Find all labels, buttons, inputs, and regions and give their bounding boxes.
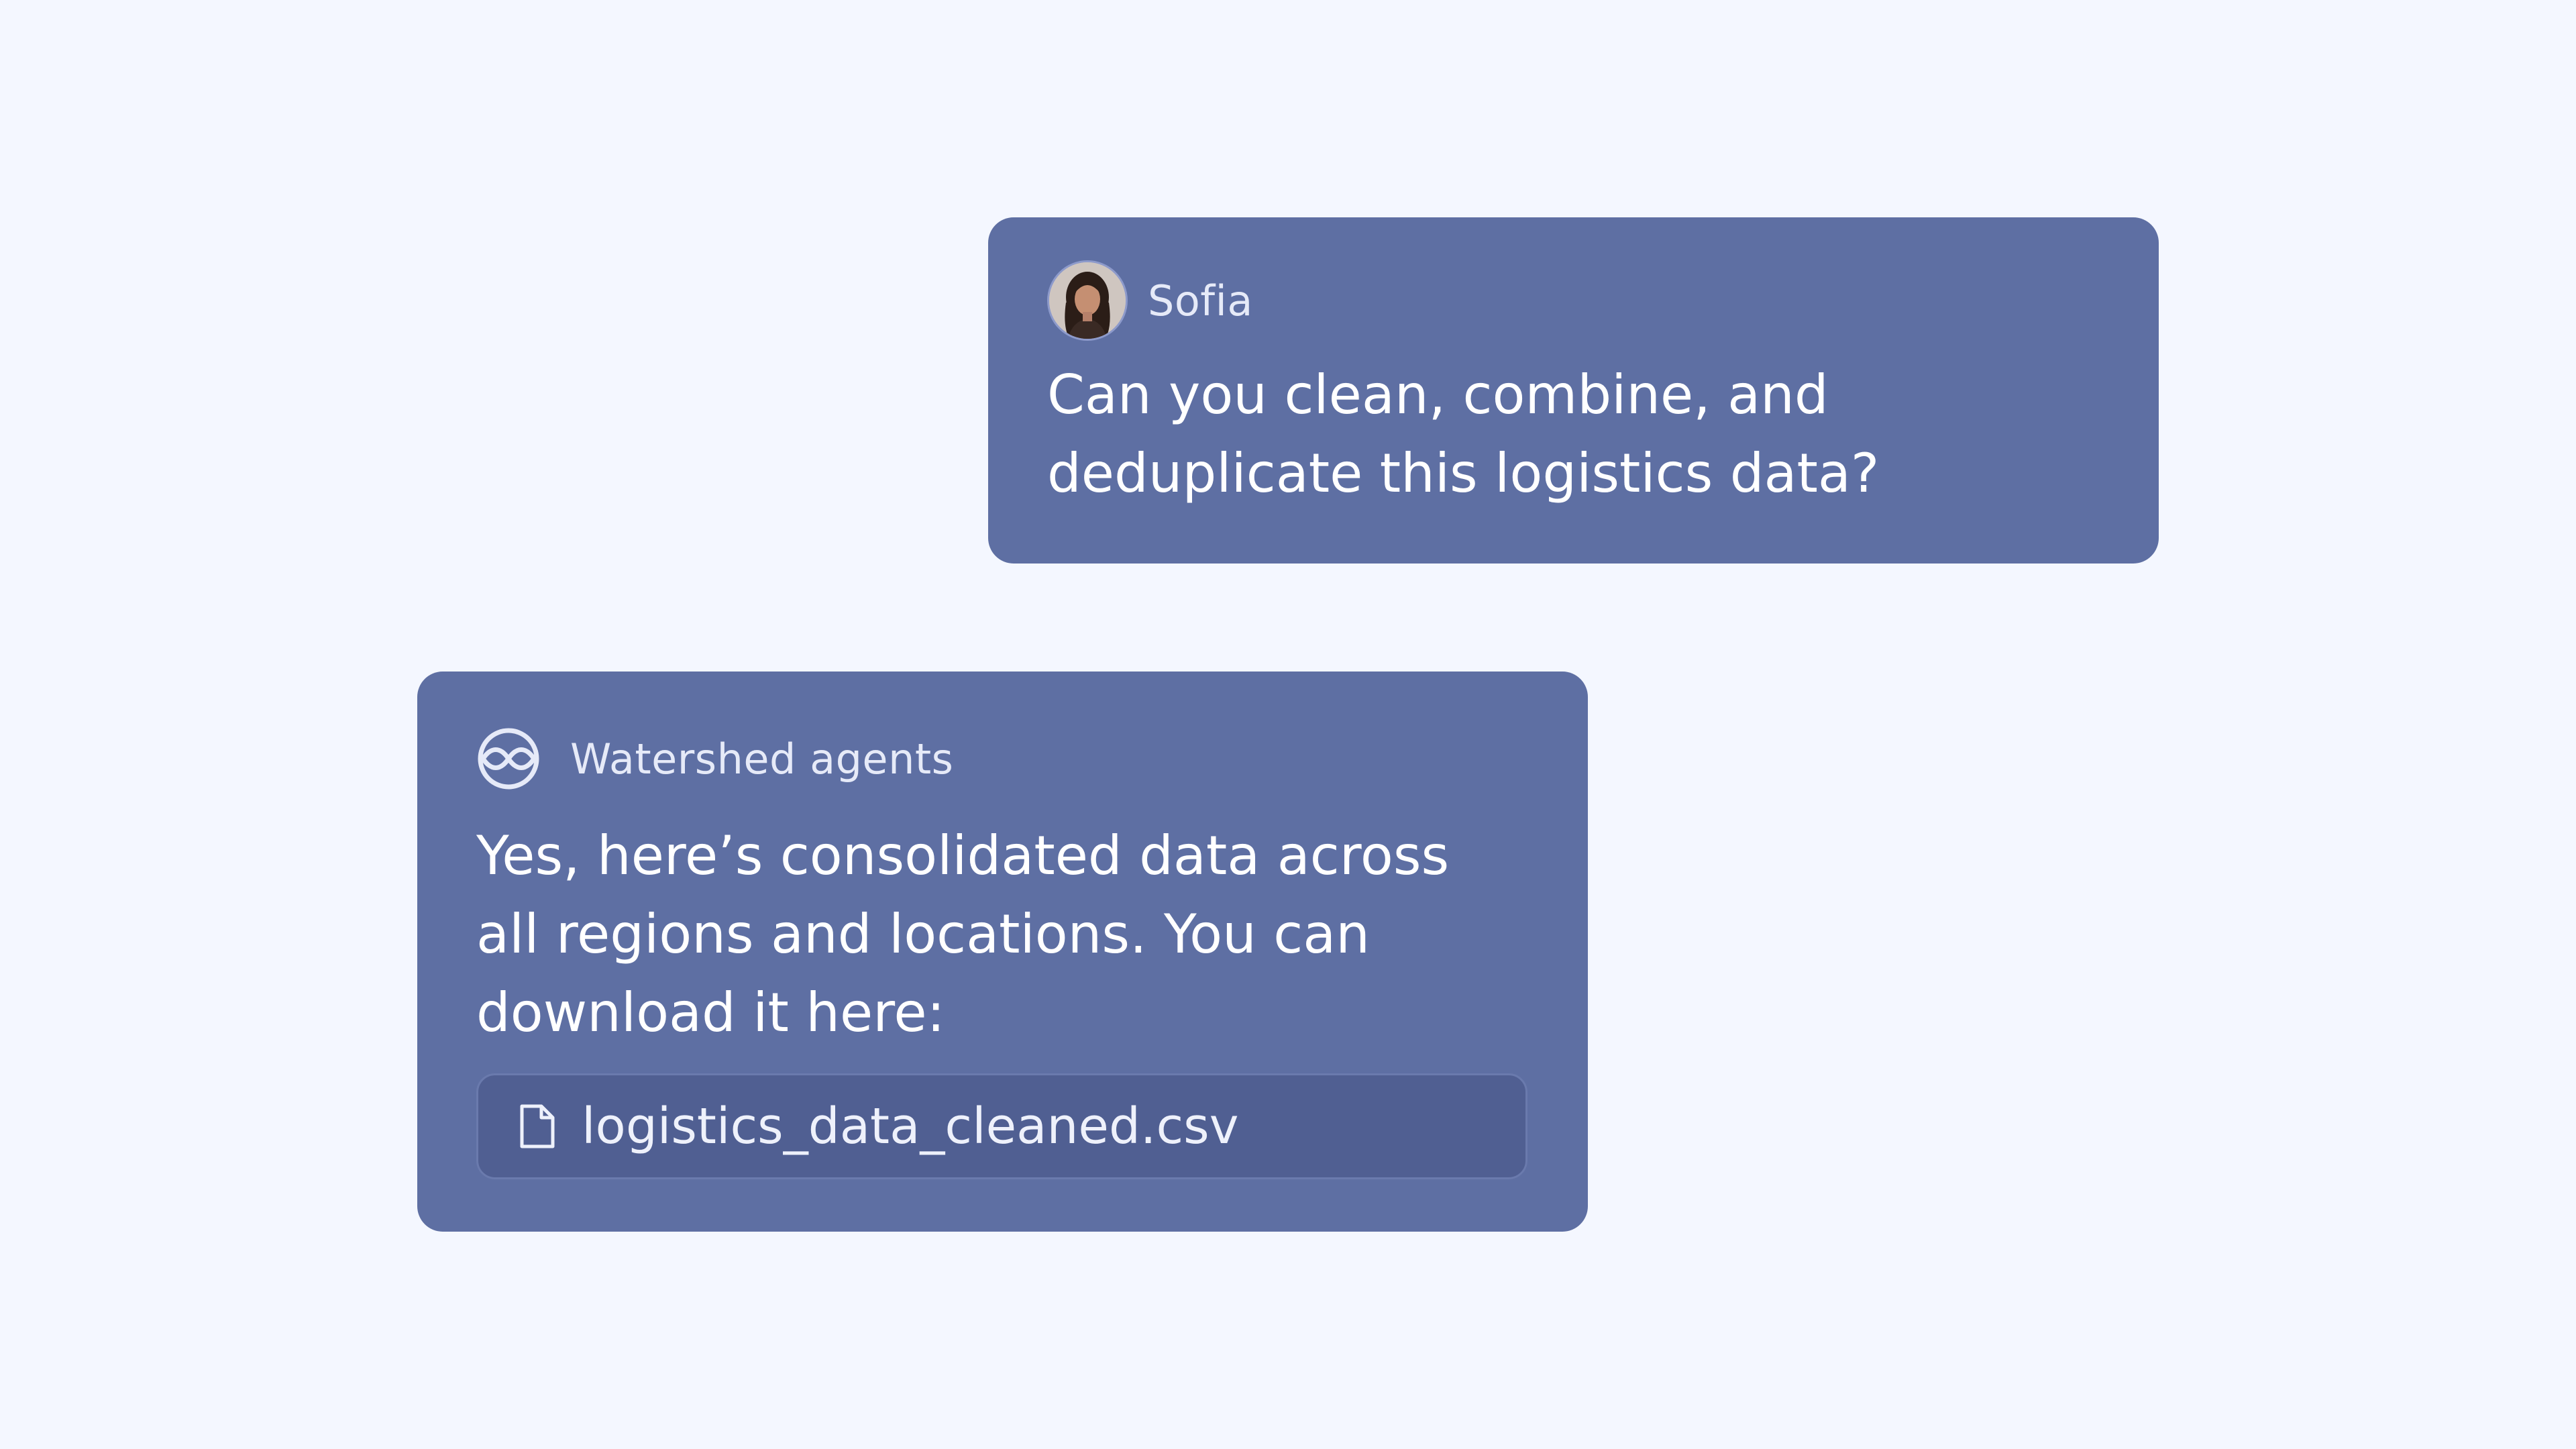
user-message-bubble: Sofia Can you clean, combine, and dedupl… <box>988 217 2159 564</box>
file-attachment[interactable]: logistics_data_cleaned.csv <box>476 1073 1527 1179</box>
agent-message-bubble: Watershed agents Yes, here’s consolidate… <box>417 672 1588 1232</box>
message-header: Sofia <box>1047 260 2100 341</box>
avatar <box>1047 260 1128 341</box>
watershed-logo-icon <box>478 728 539 790</box>
message-text: Can you clean, combine, and deduplicate … <box>1047 364 1880 504</box>
message-text: Yes, here’s consolidated data across all… <box>476 824 1450 1044</box>
sender-name: Watershed agents <box>570 734 954 784</box>
user-avatar-icon <box>1049 262 1126 339</box>
sender-name: Sofia <box>1148 276 1253 325</box>
message-header: Watershed agents <box>476 718 1529 799</box>
file-icon <box>520 1104 555 1148</box>
attachment-file-name: logistics_data_cleaned.csv <box>582 1097 1239 1155</box>
